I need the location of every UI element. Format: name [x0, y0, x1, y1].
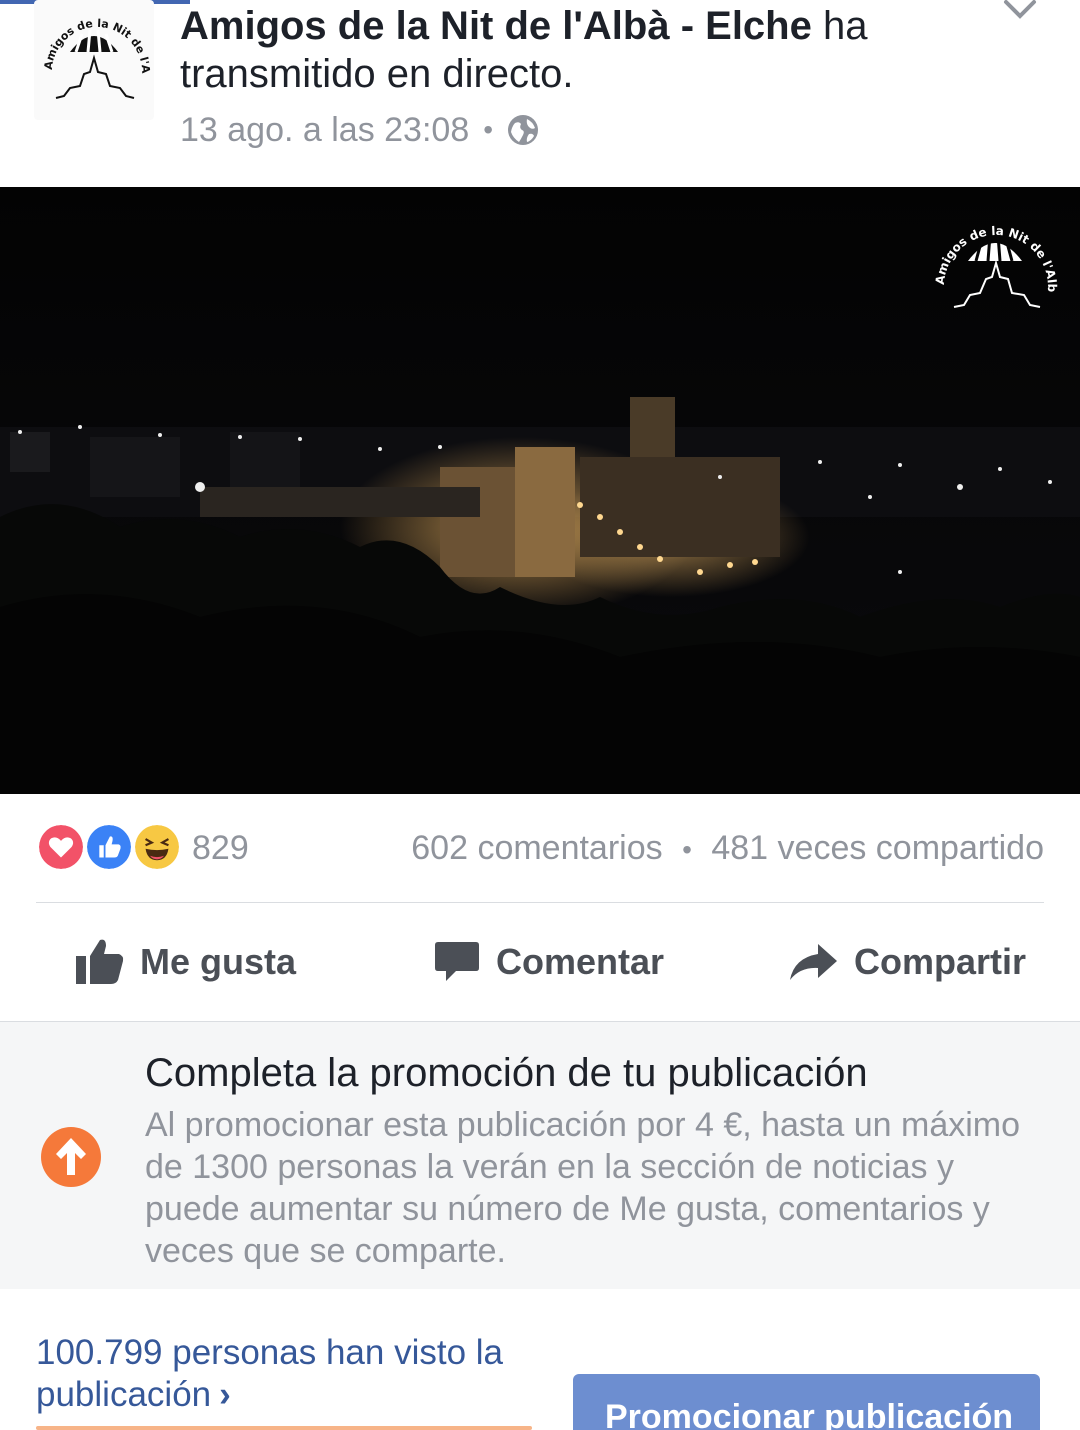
page-name-link[interactable]: Amigos de la Nit de l'Albà - Elche	[180, 4, 812, 48]
page-logo-icon: Amigos de la Nit de l'Albà - Elche	[30, 0, 152, 99]
comment-button-label: Comentar	[496, 941, 665, 982]
reaction-icons	[36, 822, 186, 874]
live-video-player[interactable]: Amigos de la Nit de l'Albà - Elche	[0, 187, 1080, 794]
comment-bubble-icon	[435, 942, 479, 981]
reactions-summary[interactable]: 829 602 comentarios • 481 veces comparti…	[36, 810, 1044, 886]
promotion-description: Al promocionar esta publicación por 4 €,…	[145, 1106, 1021, 1270]
promote-post-button[interactable]: Promocionar publicación	[573, 1374, 1040, 1430]
post-insights: 100.799 personas han visto la publicació…	[0, 1290, 1080, 1430]
share-button[interactable]: Compartir	[788, 932, 1026, 992]
comments-count-link[interactable]: 602 comentarios	[411, 829, 662, 867]
comment-button[interactable]: Comentar	[434, 932, 664, 992]
views-insights-link[interactable]: 100.799 personas han visto la publicació…	[36, 1332, 556, 1416]
love-reaction-icon	[36, 822, 86, 872]
post-header: Amigos de la Nit de l'Albà - Elche Amigo…	[0, 0, 1080, 187]
reaction-count[interactable]: 829	[192, 826, 249, 870]
thumbs-up-icon	[76, 939, 124, 984]
video-watermark-logo-icon: Amigos de la Nit de l'Albà - Elche	[930, 199, 1059, 308]
like-reaction-icon	[84, 822, 134, 872]
shares-count-link[interactable]: 481 veces compartido	[711, 829, 1044, 867]
stats-separator: •	[682, 834, 692, 865]
promotion-title: Completa la promoción de tu publicación	[145, 1051, 868, 1095]
chevron-down-icon[interactable]	[1000, 0, 1040, 24]
avatar[interactable]: Amigos de la Nit de l'Albà - Elche	[30, 0, 154, 120]
facebook-post: Amigos de la Nit de l'Albà - Elche Amigo…	[0, 0, 1080, 1430]
engagement-stats: 602 comentarios • 481 veces compartido	[411, 826, 1044, 872]
post-actions: Me gusta Comentar Compartir	[0, 904, 1080, 1020]
views-text: 100.799 personas han visto la publicació…	[36, 1333, 503, 1414]
divider	[36, 902, 1044, 903]
arrow-up-circle-icon	[41, 1127, 101, 1187]
post-title: Amigos de la Nit de l'Albà - Elche ha tr…	[180, 2, 1000, 98]
share-arrow-icon	[790, 944, 837, 980]
chevron-right-icon: ›	[219, 1375, 231, 1414]
haha-reaction-icon	[132, 822, 182, 872]
video-frame-night-city	[0, 187, 1080, 794]
post-meta: 13 ago. a las 23:08 •	[180, 108, 539, 152]
like-button-label: Me gusta	[140, 941, 297, 982]
views-progress-underline	[36, 1426, 532, 1430]
globe-icon	[508, 115, 539, 145]
meta-separator: •	[483, 114, 494, 145]
promotion-prompt[interactable]: Completa la promoción de tu publicación …	[0, 1021, 1080, 1289]
like-button[interactable]: Me gusta	[76, 932, 296, 992]
share-button-label: Compartir	[854, 941, 1027, 982]
post-timestamp[interactable]: 13 ago. a las 23:08	[180, 108, 469, 152]
